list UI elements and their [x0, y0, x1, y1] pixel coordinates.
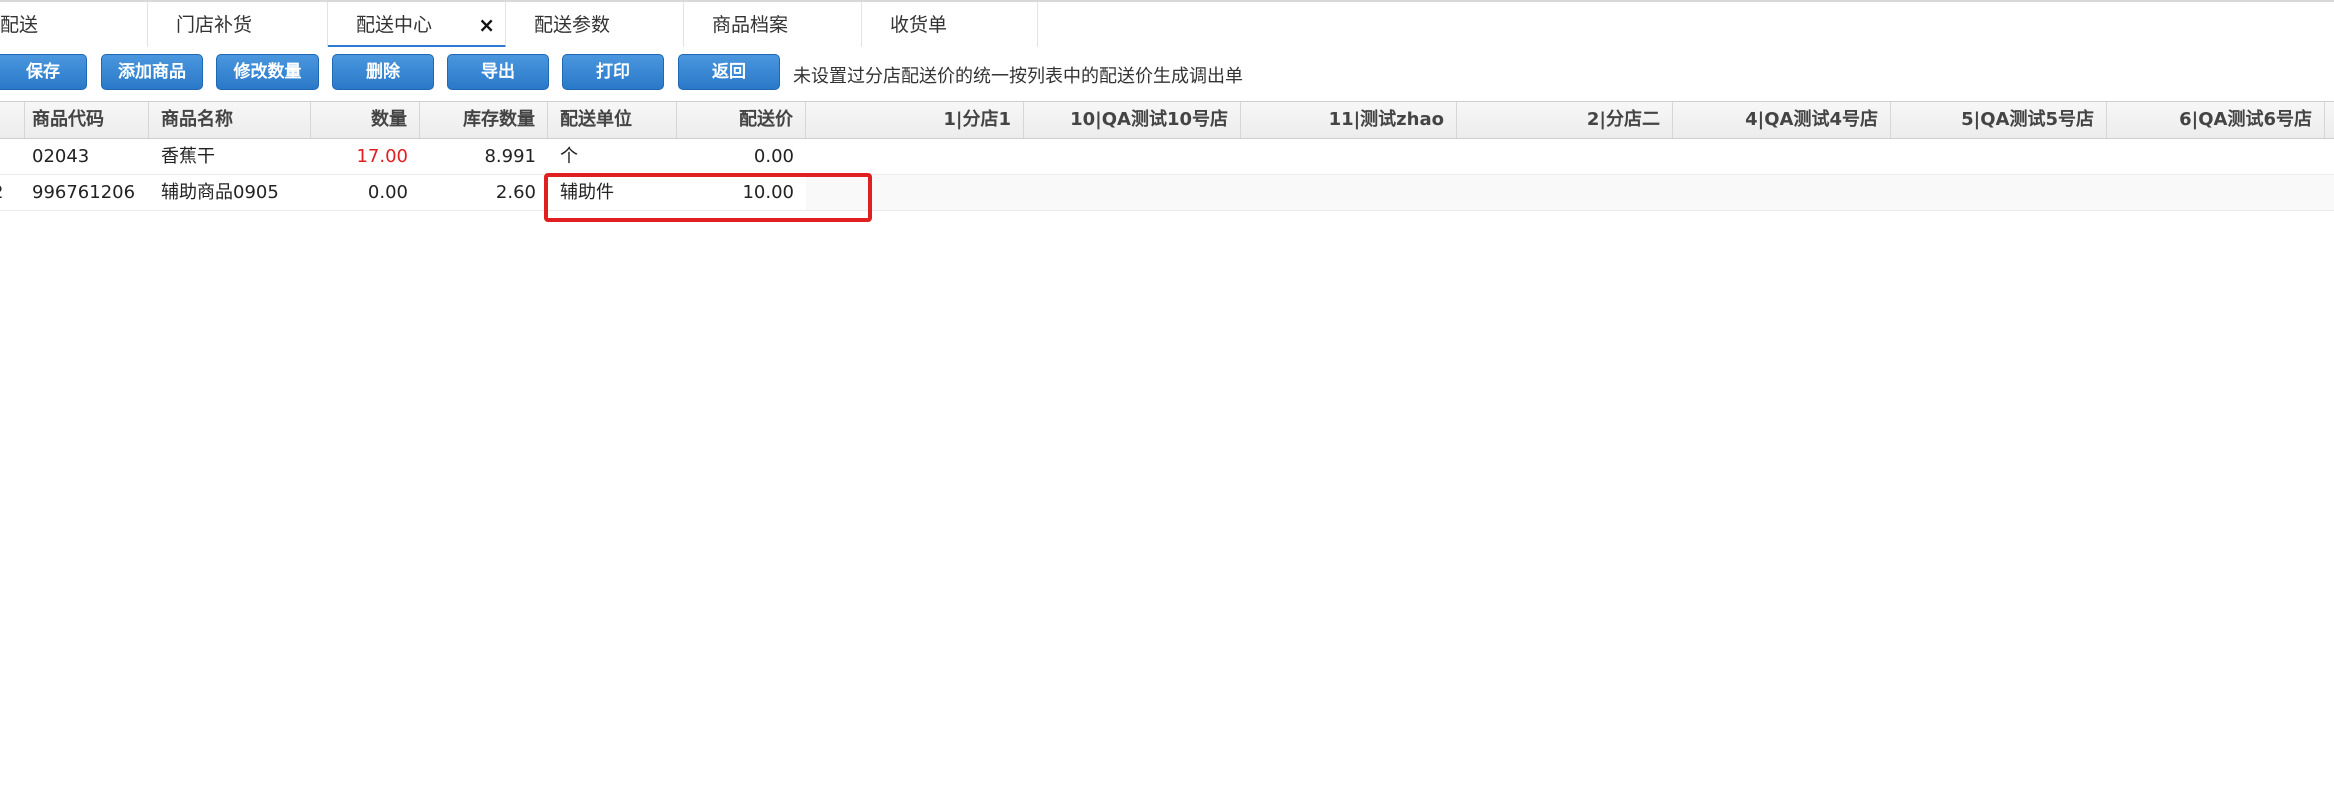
column-header-store[interactable]: 2|分店二 — [1457, 102, 1673, 138]
column-header-store[interactable]: 10|QA测试10号店 — [1024, 102, 1241, 138]
table-row[interactable]: 02043 香蕉干 17.00 8.991 个 0.00 — [0, 139, 2334, 175]
modify-quantity-button[interactable]: 修改数量 — [216, 54, 319, 90]
cell-stock: 2.60 — [495, 182, 536, 203]
print-button[interactable]: 打印 — [562, 54, 664, 90]
cell-price[interactable]: 0.00 — [677, 139, 806, 174]
tab-label: 收货单 — [890, 14, 948, 36]
close-icon[interactable]: × — [478, 2, 495, 45]
tab-label: 门店补货 — [176, 14, 253, 36]
tab-bar: 配送 门店补货 配送中心 × 配送参数 商品档案 收货单 — [0, 0, 2334, 49]
column-header-store[interactable]: 11|测试zhao — [1241, 102, 1457, 138]
delete-button[interactable]: 删除 — [332, 54, 434, 90]
cell-rownum: 2 — [0, 175, 12, 210]
tab-store-replenish[interactable]: 门店补货 — [148, 2, 328, 48]
column-header-code[interactable]: 商品代码 — [20, 102, 149, 138]
tab-receipt[interactable]: 收货单 — [862, 2, 1038, 48]
info-tip: 未设置过分店配送价的统一按列表中的配送价生成调出单 — [793, 66, 1243, 87]
column-header-quantity[interactable]: 数量 — [311, 102, 420, 138]
row-fill — [806, 175, 2334, 210]
tab-label: 商品档案 — [712, 14, 789, 36]
cell-unit: 个 — [560, 146, 578, 167]
cell-quantity[interactable]: 0.00 — [311, 175, 420, 210]
table-row[interactable]: 2 996761206 辅助商品0905 0.00 2.60 辅助件 10.00 — [0, 175, 2334, 211]
tab-label: 配送参数 — [534, 14, 611, 36]
toolbar: 保存 添加商品 修改数量 删除 导出 打印 返回 未设置过分店配送价的统一按列表… — [0, 47, 2334, 101]
cell-name: 香蕉干 — [161, 146, 215, 167]
tab-distribution-center[interactable]: 配送中心 × — [328, 2, 506, 48]
column-header-price[interactable]: 配送价 — [677, 102, 806, 138]
back-button[interactable]: 返回 — [678, 54, 780, 90]
tab-distribution-params[interactable]: 配送参数 — [506, 2, 684, 48]
cell-name: 辅助商品0905 — [161, 182, 279, 203]
column-header-store[interactable]: 4|QA测试4号店 — [1673, 102, 1891, 138]
column-header-stock[interactable]: 库存数量 — [420, 102, 548, 138]
tab-label: 配送 — [0, 14, 39, 36]
tab-label: 配送中心 — [356, 14, 433, 36]
highlight-box — [544, 173, 872, 222]
cell-stock: 8.991 — [484, 146, 536, 167]
cell-code: 02043 — [32, 146, 90, 167]
tab-distribution[interactable]: 配送 — [0, 2, 148, 48]
column-header-store[interactable]: 1|分店1 — [806, 102, 1024, 138]
column-header-name[interactable]: 商品名称 — [149, 102, 311, 138]
grid-header: 商品代码 商品名称 数量 库存数量 配送单位 配送价 1|分店1 10|QA测试… — [0, 101, 2334, 139]
save-button[interactable]: 保存 — [0, 54, 87, 90]
column-header-store[interactable]: 5|QA测试5号店 — [1891, 102, 2107, 138]
column-header-store[interactable]: 6|QA测试6号店 — [2107, 102, 2325, 138]
export-button[interactable]: 导出 — [447, 54, 549, 90]
cell-code: 996761206 — [32, 182, 136, 203]
tab-product-archive[interactable]: 商品档案 — [684, 2, 862, 48]
cell-quantity[interactable]: 17.00 — [311, 139, 420, 174]
add-product-button[interactable]: 添加商品 — [101, 54, 203, 90]
column-header-unit[interactable]: 配送单位 — [548, 102, 677, 138]
